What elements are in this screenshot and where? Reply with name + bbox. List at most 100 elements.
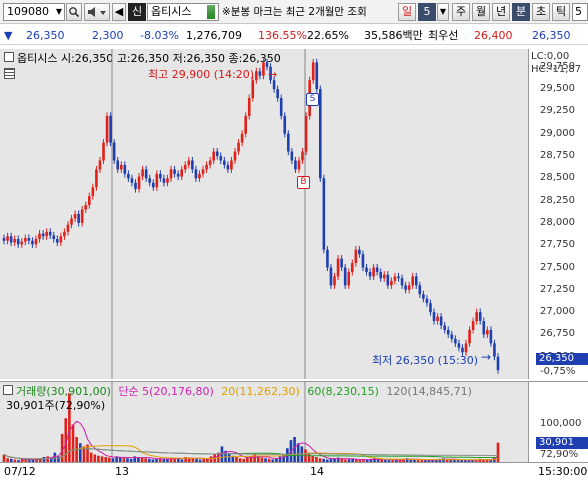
candle-body: [20, 241, 24, 245]
candle: [151, 179, 155, 191]
candle: [496, 353, 500, 374]
candle: [48, 228, 52, 239]
candle: [489, 326, 493, 347]
chevron-left-icon[interactable]: ◀: [112, 3, 126, 21]
current-price: 26,350: [26, 29, 65, 42]
volume-bar: [89, 452, 93, 462]
candle-body: [429, 303, 432, 313]
candle-body: [486, 329, 489, 335]
ratio-percent: 22.65%: [307, 29, 349, 42]
candle-body: [105, 115, 109, 143]
candle: [127, 170, 130, 182]
ask-price: 26,400: [474, 29, 513, 42]
candle-body: [109, 115, 112, 143]
candle: [372, 263, 375, 280]
candle-body: [116, 160, 120, 170]
sell-marker[interactable]: S: [306, 93, 319, 106]
period-tab-second[interactable]: 초: [532, 3, 550, 21]
candle-body: [123, 164, 127, 174]
candle-body: [418, 285, 422, 295]
candle: [319, 85, 322, 182]
stock-name-field[interactable]: 옵티시스: [147, 3, 219, 21]
ma20-legend: 20(11,262,30): [221, 385, 300, 398]
candle: [180, 165, 183, 181]
candle: [478, 308, 482, 325]
volume-panel-menu-icon[interactable]: [3, 385, 13, 395]
candle: [215, 148, 219, 160]
candle-body: [16, 238, 20, 245]
candle-body: [173, 169, 176, 174]
candle-body: [84, 205, 88, 210]
candle-body: [258, 71, 262, 76]
period-value-input[interactable]: 5: [418, 3, 436, 21]
candle-body: [386, 274, 390, 286]
candle: [287, 130, 290, 156]
candle-body: [141, 169, 144, 177]
candle-body: [290, 151, 294, 161]
candle-body: [439, 316, 443, 326]
candle: [41, 230, 45, 240]
volume-bar: [93, 454, 97, 462]
buy-marker[interactable]: B: [297, 176, 310, 189]
candle-body: [489, 329, 493, 344]
period-tab-tick[interactable]: 틱: [552, 3, 570, 21]
candle-body: [475, 312, 478, 322]
price-chart: [2, 49, 500, 379]
turnover-percent: 136.55%: [258, 29, 307, 42]
candle: [482, 317, 486, 338]
time-label-0712: 07/12: [4, 465, 36, 478]
candle-body: [496, 356, 500, 371]
candle: [365, 263, 368, 276]
candle: [201, 165, 205, 178]
period-tab-month[interactable]: 월: [472, 3, 490, 21]
candle-body: [41, 233, 45, 237]
period-tab-week[interactable]: 주: [452, 3, 470, 21]
candle: [333, 272, 336, 289]
code-dropdown-icon[interactable]: ▼: [56, 4, 62, 20]
price-tick: 29,500: [540, 83, 575, 95]
candle: [279, 94, 283, 120]
candle: [16, 235, 20, 248]
candle: [119, 161, 123, 173]
candle: [411, 272, 415, 289]
price-tick: 29,000: [540, 127, 575, 139]
current-price-down-icon: ▼: [4, 29, 13, 42]
candle-body: [198, 173, 201, 179]
candle-body: [478, 312, 482, 322]
candle: [98, 156, 102, 173]
candle-body: [45, 231, 48, 237]
candle: [326, 246, 329, 272]
period-label[interactable]: 일: [398, 3, 416, 21]
candle-body: [169, 169, 173, 179]
speaker-icon[interactable]: [84, 3, 110, 21]
low-annotation: 최저 26,350 (15:30): [372, 354, 479, 367]
candle-body: [87, 196, 91, 206]
toolbar: 109080 ▼ ◀ 신 옵티시스 ※분봉 마크는 최근 2개월만 조회 일 5 …: [0, 0, 588, 24]
candle: [471, 317, 475, 334]
candle: [194, 165, 198, 182]
period-tab-minute[interactable]: 분: [512, 3, 530, 21]
search-icon[interactable]: [66, 3, 82, 21]
candle-body: [148, 178, 152, 183]
candle-body: [397, 276, 400, 279]
candle-body: [59, 236, 63, 243]
candle: [425, 295, 429, 307]
candle: [80, 205, 84, 227]
candle-body: [375, 267, 379, 272]
candle-body: [315, 62, 319, 90]
candle-body: [230, 160, 233, 170]
candle-body: [91, 187, 95, 197]
candle-body: [73, 214, 77, 219]
tick-count-input[interactable]: 5: [572, 3, 588, 21]
candle-body: [215, 151, 219, 157]
stock-code-input[interactable]: 109080 ▼: [3, 3, 65, 21]
candle: [205, 161, 208, 173]
candle: [258, 67, 262, 80]
candle: [262, 58, 265, 80]
candle-body: [66, 224, 70, 232]
period-dropdown-icon[interactable]: ▼: [437, 3, 449, 21]
candle: [336, 255, 340, 280]
candle-body: [183, 164, 187, 170]
period-tab-year[interactable]: 년: [492, 3, 510, 21]
candle-body: [301, 151, 304, 161]
